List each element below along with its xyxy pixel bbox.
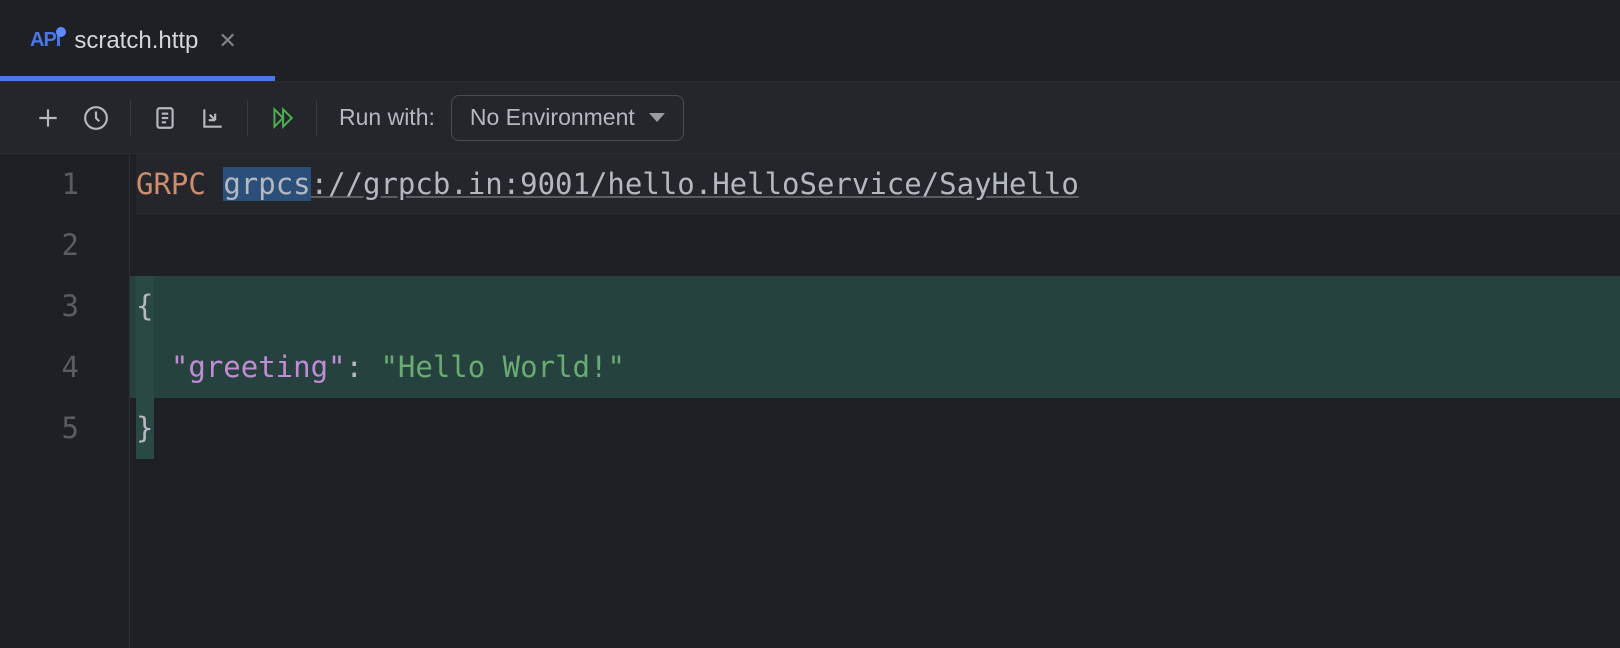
plus-icon [35,105,61,131]
code-area[interactable]: GRPC grpcs://grpcb.in:9001/hello.HelloSe… [130,154,1620,648]
examples-button[interactable] [143,96,187,140]
brace-close: } [136,411,153,445]
gutter: 1 2 3 4 5 [0,154,130,648]
import-button[interactable] [191,96,235,140]
separator [316,100,317,136]
add-request-button[interactable] [26,96,70,140]
url-path: ://grpcb.in:9001/hello.HelloService/SayH… [311,167,1079,201]
toolbar: Run with: No Environment [0,82,1620,154]
code-line-1[interactable]: GRPC grpcs://grpcb.in:9001/hello.HelloSe… [136,154,1620,215]
close-icon[interactable]: ✕ [218,28,236,54]
code-line-4[interactable]: "greeting": "Hello World!" [136,337,1620,398]
line-number: 3 [0,276,79,337]
json-string: "Hello World!" [380,350,624,384]
http-file-icon: API [30,29,60,52]
run-icon [269,105,295,131]
code-line-3[interactable]: { [136,276,1620,337]
brace-open: { [136,289,153,323]
editor[interactable]: 1 2 3 4 5 GRPC grpcs://grpcb.in:9001/hel… [0,154,1620,648]
tab-bar: API scratch.http ✕ [0,0,1620,82]
separator [247,100,248,136]
line-number: 5 [0,398,79,459]
line-number: 4 [0,337,79,398]
code-line-5[interactable]: } [136,398,1620,459]
method-keyword: GRPC [136,167,206,201]
environment-value: No Environment [470,104,635,131]
separator [130,100,131,136]
url-scheme: grpcs [223,167,310,201]
environment-select[interactable]: No Environment [451,95,684,141]
document-icon [152,105,178,131]
json-key: "greeting" [171,350,346,384]
run-with-label: Run with: [339,104,435,131]
tab-scratch[interactable]: API scratch.http ✕ [0,0,257,81]
chevron-down-icon [649,113,665,122]
tab-title: scratch.http [74,27,198,55]
line-number: 1 [0,154,79,215]
history-icon [83,105,109,131]
run-all-button[interactable] [260,96,304,140]
colon: : [346,350,363,384]
import-icon [200,105,226,131]
line-number: 2 [0,215,79,276]
history-button[interactable] [74,96,118,140]
code-line-2[interactable] [136,215,1620,276]
